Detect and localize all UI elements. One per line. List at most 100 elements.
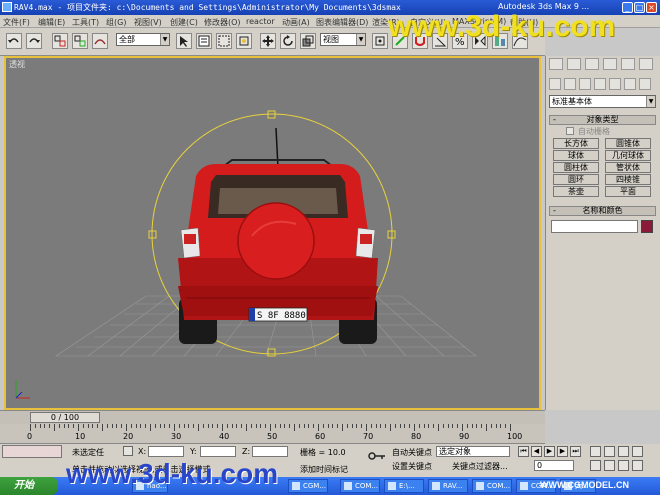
taskbar-item[interactable]: COM... [340, 479, 380, 493]
maximize-viewport-icon[interactable] [632, 460, 643, 471]
torus-button[interactable]: 圆环 [553, 174, 599, 185]
time-slider-knob[interactable]: 0 / 100 [30, 412, 100, 423]
cone-button[interactable]: 圆锥体 [605, 138, 651, 149]
key-mode-dropdown[interactable]: 选定对象 [436, 446, 510, 457]
y-coord-input[interactable] [200, 446, 236, 457]
z-coord-input[interactable] [252, 446, 288, 457]
unlink-icon[interactable] [72, 33, 88, 49]
taskbar-item[interactable]: CGM... [288, 479, 328, 493]
plane-button[interactable]: 平面 [605, 186, 651, 197]
menu-graph-editors[interactable]: 图表编辑器(D) [316, 17, 368, 28]
time-slider[interactable]: 0 / 100 [0, 410, 545, 424]
menu-modifiers[interactable]: 修改器(O) [204, 17, 241, 28]
zoom-extents-icon[interactable] [618, 446, 629, 457]
select-link-icon[interactable] [52, 33, 68, 49]
menu-maxscript[interactable]: MAXScript(M) [452, 17, 506, 26]
menu-reactor[interactable]: reactor [246, 17, 275, 26]
auto-key-button[interactable]: 自动关键点 [392, 447, 432, 458]
menu-tools[interactable]: 工具(T) [72, 17, 99, 28]
redo-icon[interactable] [26, 33, 42, 49]
current-frame-input[interactable]: 0 [534, 460, 574, 471]
utilities-tab-icon[interactable] [639, 58, 653, 70]
key-filters-button[interactable]: 关键点过滤器... [452, 461, 508, 472]
orbit-icon[interactable] [618, 460, 629, 471]
menu-help[interactable]: 帮助(H) [510, 17, 538, 28]
menu-edit[interactable]: 编辑(E) [38, 17, 65, 28]
menu-animation[interactable]: 动画(A) [282, 17, 310, 28]
tube-button[interactable]: 管状体 [605, 162, 651, 173]
taskbar-item[interactable]: hao... [132, 479, 168, 493]
geometry-icon[interactable] [549, 78, 561, 90]
taskbar-item[interactable]: 大... [560, 479, 596, 493]
x-coord-input[interactable] [148, 446, 184, 457]
bind-space-warp-icon[interactable] [92, 33, 108, 49]
maxscript-listener[interactable] [2, 445, 62, 458]
menu-rendering[interactable]: 渲染(R) [372, 17, 400, 28]
teapot-button[interactable]: 茶壶 [553, 186, 599, 197]
window-crossing-icon[interactable] [236, 33, 252, 49]
systems-icon[interactable] [639, 78, 651, 90]
menu-file[interactable]: 文件(F) [3, 17, 30, 28]
go-to-start-icon[interactable]: ⏮ [518, 446, 529, 457]
perspective-viewport[interactable]: 透视 S 8F 8880 [4, 56, 541, 410]
autogrid-checkbox[interactable] [566, 127, 574, 135]
hierarchy-tab-icon[interactable] [585, 58, 599, 70]
taskbar-item[interactable]: RAV... [428, 479, 468, 493]
angle-snap-icon[interactable] [432, 33, 448, 49]
select-object-icon[interactable] [176, 33, 192, 49]
helpers-icon[interactable] [609, 78, 621, 90]
create-tab-icon[interactable] [549, 58, 563, 70]
start-button[interactable]: 开始 [0, 477, 58, 495]
set-key-button[interactable]: 设置关键点 [392, 461, 432, 472]
lights-icon[interactable] [579, 78, 591, 90]
geosphere-button[interactable]: 几何球体 [605, 150, 651, 161]
menu-create[interactable]: 创建(C) [170, 17, 198, 28]
reference-coord-dropdown[interactable]: 视图 ▼ [320, 33, 366, 46]
minimize-button[interactable]: _ [622, 2, 633, 13]
snap-toggle-icon[interactable] [412, 33, 428, 49]
zoom-icon[interactable] [590, 446, 601, 457]
zoom-extents-all-icon[interactable] [632, 446, 643, 457]
object-type-rollout-header[interactable]: 对象类型 [549, 115, 656, 125]
pan-icon[interactable] [604, 460, 615, 471]
taskbar-item[interactable]: CGM... [516, 479, 556, 493]
rotate-icon[interactable] [280, 33, 296, 49]
cylinder-button[interactable]: 圆柱体 [553, 162, 599, 173]
taskbar-item[interactable]: COM... [472, 479, 512, 493]
object-category-dropdown[interactable]: 标准基本体 ▼ [549, 95, 656, 108]
menu-views[interactable]: 视图(V) [134, 17, 162, 28]
undo-icon[interactable] [6, 33, 22, 49]
go-to-end-icon[interactable]: ⏭ [570, 446, 581, 457]
menu-customize[interactable]: 自定义(U) [410, 17, 446, 28]
object-color-swatch[interactable] [641, 220, 653, 233]
maximize-button[interactable]: □ [634, 2, 645, 13]
cameras-icon[interactable] [594, 78, 606, 90]
next-frame-icon[interactable]: ▶ [557, 446, 568, 457]
lock-icon[interactable] [123, 446, 133, 456]
space-warps-icon[interactable] [624, 78, 636, 90]
modify-tab-icon[interactable] [567, 58, 581, 70]
play-icon[interactable]: ▶ [544, 446, 555, 457]
name-color-rollout-header[interactable]: 名称和颜色 [549, 206, 656, 216]
key-icon[interactable] [368, 450, 386, 462]
select-manipulate-icon[interactable] [392, 33, 408, 49]
selection-filter-dropdown[interactable]: 全部 ▼ [116, 33, 170, 46]
percent-snap-icon[interactable]: % [452, 33, 468, 49]
align-icon[interactable] [492, 33, 508, 49]
sphere-button[interactable]: 球体 [553, 150, 599, 161]
curve-editor-icon[interactable] [512, 33, 528, 49]
track-bar[interactable]: 0 10 20 30 40 50 60 70 80 90 100 [0, 424, 545, 444]
add-time-tag-button[interactable]: 添加时间标记 [300, 464, 348, 475]
motion-tab-icon[interactable] [603, 58, 617, 70]
mirror-icon[interactable] [472, 33, 488, 49]
move-icon[interactable] [260, 33, 276, 49]
zoom-all-icon[interactable] [604, 446, 615, 457]
object-name-input[interactable] [551, 220, 638, 233]
previous-frame-icon[interactable]: ◀ [531, 446, 542, 457]
field-of-view-icon[interactable] [590, 460, 601, 471]
pivot-center-icon[interactable] [372, 33, 388, 49]
box-button[interactable]: 长方体 [553, 138, 599, 149]
pyramid-button[interactable]: 四棱锥 [605, 174, 651, 185]
rect-selection-icon[interactable] [216, 33, 232, 49]
close-button[interactable]: × [646, 2, 657, 13]
